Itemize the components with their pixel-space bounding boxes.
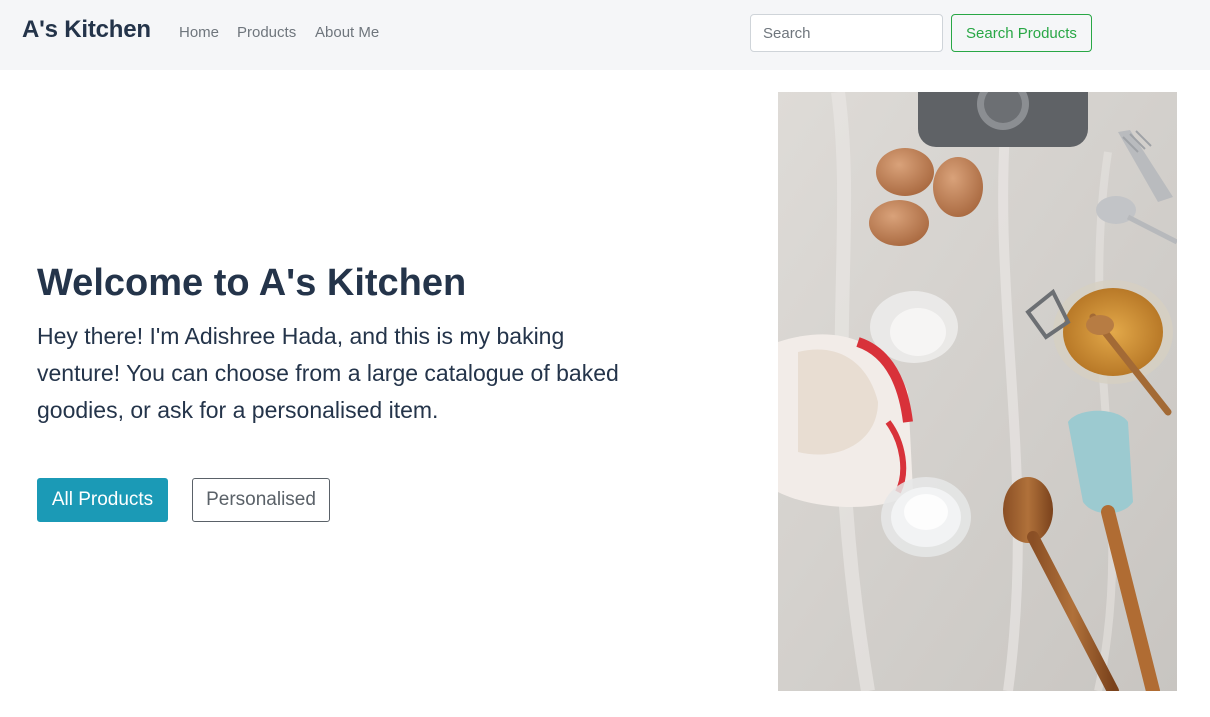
nav-link-about-me[interactable]: About Me: [315, 24, 379, 41]
all-products-button[interactable]: All Products: [37, 478, 168, 522]
hero-title: Welcome to A's Kitchen: [37, 262, 467, 304]
search-products-button[interactable]: Search Products: [951, 14, 1092, 52]
hero-description: Hey there! I'm Adishree Hada, and this i…: [37, 323, 619, 423]
navbar: A's Kitchen Home Products About Me Searc…: [0, 0, 1210, 70]
search-input[interactable]: [750, 14, 943, 52]
hero-image: [778, 92, 1177, 691]
brand-logo[interactable]: A's Kitchen: [22, 16, 151, 44]
nav-link-home[interactable]: Home: [179, 24, 219, 41]
personalised-button[interactable]: Personalised: [192, 478, 330, 522]
baking-ingredients-photo: [778, 92, 1177, 691]
nav-link-products[interactable]: Products: [237, 24, 296, 41]
